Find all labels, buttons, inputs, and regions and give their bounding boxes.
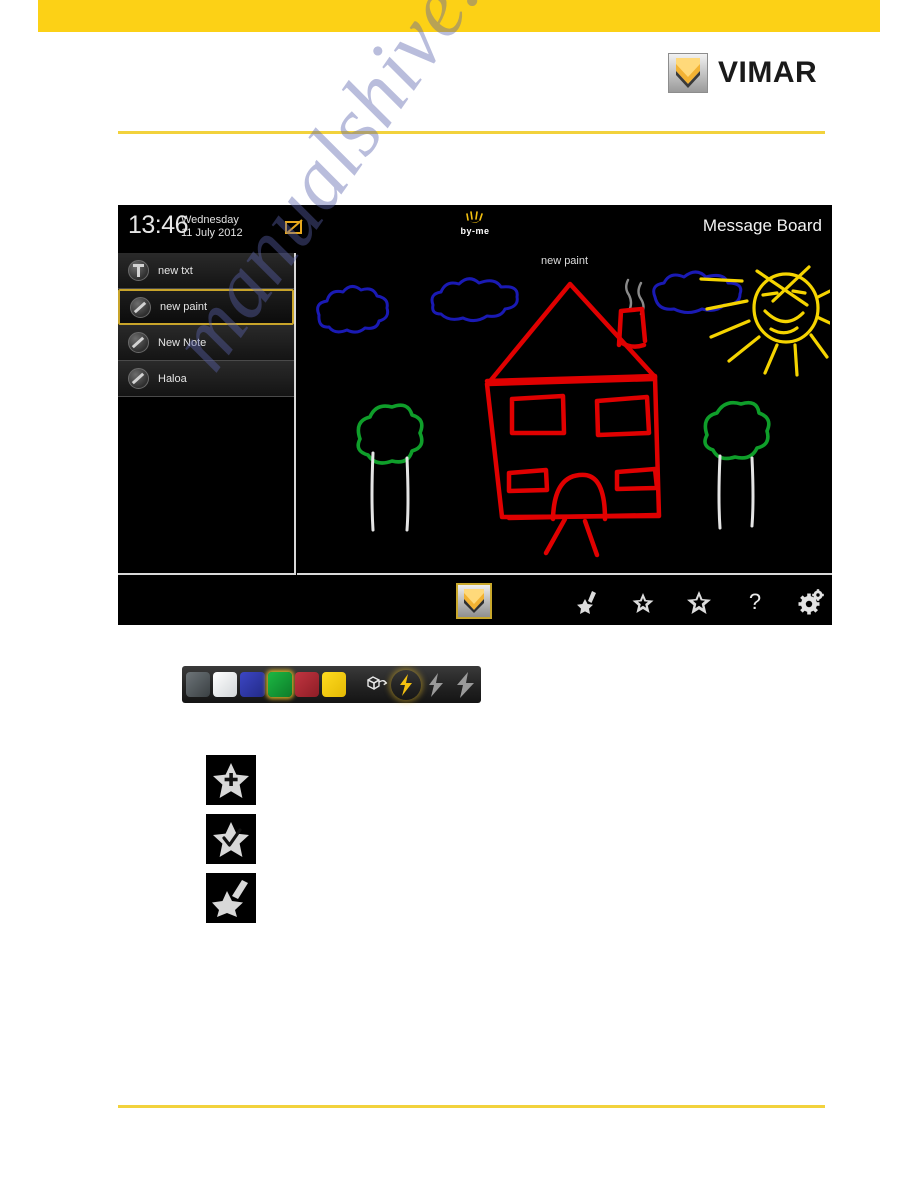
sidebar-item-haloa[interactable]: Haloa [118,361,294,397]
stroke-thick-tool-icon[interactable] [451,670,481,700]
date-text: 11 July 2012 [181,226,243,239]
day-name: Wednesday [181,214,239,226]
star-check-icon [213,822,249,857]
top-banner [38,0,880,32]
work-area: new txt new paint New Note Haloa new pai… [118,253,832,578]
byme-logo: by-me [440,211,510,236]
sidebar-item-label: Haloa [158,372,187,385]
stroke-medium-tool-icon[interactable] [421,670,451,700]
sidebar-item-label: New Note [158,336,207,349]
swatch-green[interactable] [267,672,292,697]
legend-item-star-check [206,814,256,864]
brand-logo: VIMAR [668,52,828,94]
swatch-red[interactable] [294,672,319,697]
divider-top [118,131,825,134]
vimar-shield-icon [668,53,708,93]
swatch-blue[interactable] [240,672,265,697]
swatch-white[interactable] [213,672,238,697]
star-pencil-icon[interactable] [574,589,600,615]
help-glyph: ? [748,588,762,614]
device-screenshot: 13:46 Wednesday 11 July 2012 by-me Messa… [118,205,832,625]
eraser-icon[interactable] [361,670,391,700]
status-bar: 13:46 Wednesday 11 July 2012 by-me Messa… [118,205,832,250]
paint-canvas[interactable]: new paint [297,253,832,575]
paint-note-icon [128,332,149,353]
sidebar-item-new-note[interactable]: New Note [118,325,294,361]
brand-name: VIMAR [718,56,818,89]
sidebar-item-new-txt[interactable]: new txt [118,253,294,289]
paint-note-icon [130,296,151,318]
canvas-title: new paint [540,255,589,267]
star-plus-icon [213,763,249,798]
vimar-home-icon[interactable] [456,583,492,619]
legend-item-star-pencil [206,873,256,923]
gear-icon[interactable] [798,588,824,615]
help-icon[interactable]: ? [742,589,768,615]
swatch-dark-grey[interactable] [186,672,211,697]
divider-bottom [118,1105,825,1108]
star-large-icon[interactable] [686,589,712,615]
edit-note-icon[interactable] [283,215,307,239]
clock: 13:46 [128,211,189,239]
paint-note-icon [128,368,149,389]
date-block: Wednesday 11 July 2012 [181,214,243,239]
star-pencil-icon [212,880,248,917]
canvas-drawing [297,253,830,573]
swatch-yellow[interactable] [321,672,347,697]
app-bottom-bar: ? [118,578,832,625]
star-small-icon[interactable] [630,589,656,615]
page-title: Message Board [702,216,822,235]
text-note-icon [128,260,149,281]
color-palette-toolbar [182,666,481,703]
sidebar-item-label: new paint [160,301,208,313]
sidebar-item-new-paint[interactable]: new paint [118,289,294,325]
sidebar-item-label: new txt [158,264,193,277]
legend-item-star-plus [206,755,256,805]
byme-hand-icon [466,211,483,223]
note-list-sidebar: new txt new paint New Note Haloa [118,253,296,575]
app-bar-tools: ? [574,578,824,625]
byme-label: by-me [460,226,490,236]
stroke-thin-tool-icon[interactable] [391,670,421,700]
legend-icon-list [206,755,256,932]
